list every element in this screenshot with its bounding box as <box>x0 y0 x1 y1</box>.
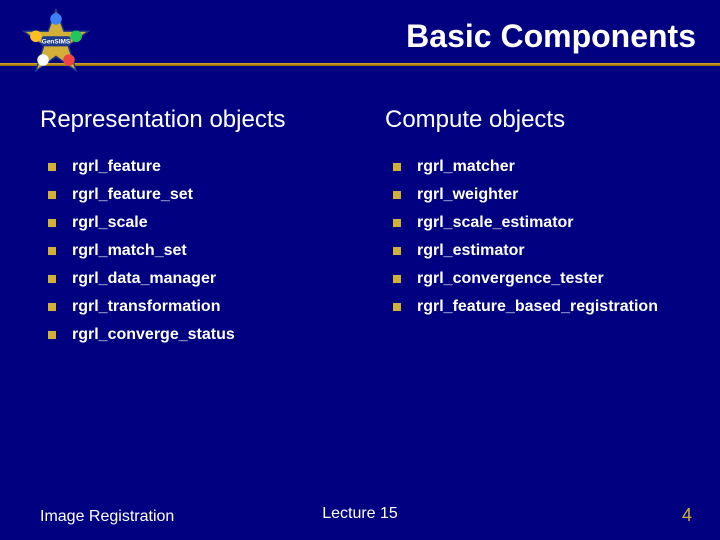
column-heading: Compute objects <box>385 106 680 134</box>
bullet-icon <box>393 163 401 171</box>
slide-number: 4 <box>682 505 692 526</box>
gensims-logo: GenSIMS <box>20 6 92 78</box>
item-label: rgrl_weighter <box>417 186 518 204</box>
item-label: rgrl_convergence_tester <box>417 270 604 288</box>
bullet-icon <box>48 219 56 227</box>
bullet-icon <box>393 191 401 199</box>
item-label: rgrl_feature <box>72 158 161 176</box>
item-label: rgrl_converge_status <box>72 326 235 344</box>
item-label: rgrl_transformation <box>72 298 220 316</box>
item-label: rgrl_data_manager <box>72 270 216 288</box>
compute-column: Compute objects rgrl_matcher rgrl_weight… <box>385 106 680 354</box>
column-heading: Representation objects <box>40 106 335 134</box>
svg-text:GenSIMS: GenSIMS <box>42 38 71 45</box>
bullet-icon <box>393 219 401 227</box>
representation-list: rgrl_feature rgrl_feature_set rgrl_scale… <box>40 158 335 344</box>
star-logo-icon: GenSIMS <box>20 6 92 78</box>
item-label: rgrl_matcher <box>417 158 515 176</box>
item-label: rgrl_estimator <box>417 242 525 260</box>
slide-body: Representation objects rgrl_feature rgrl… <box>0 66 720 354</box>
list-item: rgrl_data_manager <box>48 270 335 288</box>
slide-title: Basic Components <box>24 18 696 55</box>
item-label: rgrl_scale <box>72 214 148 232</box>
list-item: rgrl_feature_based_registration <box>393 298 680 316</box>
bullet-icon <box>393 275 401 283</box>
list-item: rgrl_weighter <box>393 186 680 204</box>
representation-column: Representation objects rgrl_feature rgrl… <box>40 106 335 354</box>
item-label: rgrl_match_set <box>72 242 187 260</box>
list-item: rgrl_scale_estimator <box>393 214 680 232</box>
item-label: rgrl_feature_based_registration <box>417 298 658 316</box>
bullet-icon <box>48 331 56 339</box>
list-item: rgrl_matcher <box>393 158 680 176</box>
footer-left-text: Image Registration <box>40 508 174 526</box>
list-item: rgrl_feature <box>48 158 335 176</box>
list-item: rgrl_feature_set <box>48 186 335 204</box>
item-label: rgrl_feature_set <box>72 186 193 204</box>
footer-center-text: Lecture 15 <box>322 505 398 523</box>
bullet-icon <box>393 247 401 255</box>
list-item: rgrl_transformation <box>48 298 335 316</box>
slide-header: Basic Components <box>0 0 720 63</box>
compute-list: rgrl_matcher rgrl_weighter rgrl_scale_es… <box>385 158 680 316</box>
bullet-icon <box>48 191 56 199</box>
slide-footer: Image Registration Lecture 15 4 <box>0 505 720 526</box>
bullet-icon <box>48 275 56 283</box>
list-item: rgrl_convergence_tester <box>393 270 680 288</box>
list-item: rgrl_estimator <box>393 242 680 260</box>
list-item: rgrl_scale <box>48 214 335 232</box>
item-label: rgrl_scale_estimator <box>417 214 574 232</box>
list-item: rgrl_match_set <box>48 242 335 260</box>
bullet-icon <box>393 303 401 311</box>
bullet-icon <box>48 247 56 255</box>
list-item: rgrl_converge_status <box>48 326 335 344</box>
bullet-icon <box>48 303 56 311</box>
bullet-icon <box>48 163 56 171</box>
